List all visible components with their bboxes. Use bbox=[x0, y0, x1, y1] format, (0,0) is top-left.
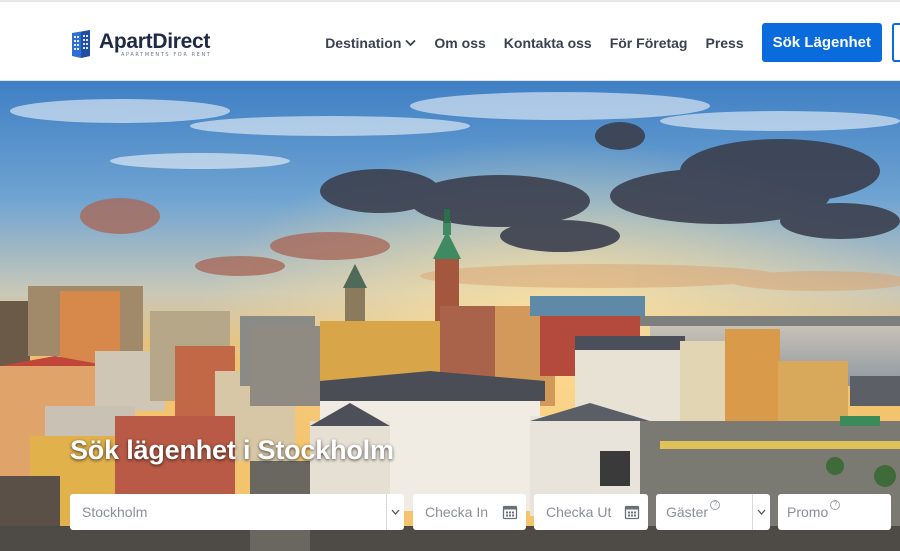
building-icon bbox=[72, 30, 90, 58]
city-select-value: Stockholm bbox=[82, 504, 148, 520]
brand-name: ApartDirect bbox=[99, 29, 211, 53]
search-apartment-button[interactable]: Sök Lägenhet bbox=[761, 23, 882, 62]
nav-item-label: Press bbox=[705, 34, 744, 51]
main-nav: Destination Om oss Kontakta oss För Före… bbox=[325, 22, 900, 63]
search-bar: Stockholm Checka In Checka Ut Gäster ? P… bbox=[70, 494, 900, 530]
select-arrow[interactable] bbox=[752, 494, 770, 530]
guests-placeholder: Gäster bbox=[666, 504, 709, 520]
nav-item-destination[interactable]: Destination bbox=[325, 34, 417, 51]
brand-logo[interactable]: ApartDirect APARTMENTS FOR RENT bbox=[70, 28, 211, 60]
help-icon[interactable]: ? bbox=[710, 500, 721, 510]
nav-item-label: Kontakta oss bbox=[503, 34, 592, 51]
hero-section: Sök lägenhet i Stockholm Stockholm Check… bbox=[0, 81, 900, 551]
city-select[interactable]: Stockholm bbox=[70, 494, 404, 530]
promo-field[interactable]: Promo ? bbox=[778, 494, 891, 530]
hero-title: Sök lägenhet i Stockholm bbox=[70, 435, 394, 465]
brand-tagline: APARTMENTS FOR RENT bbox=[121, 51, 212, 58]
stockholm-skyline-image bbox=[0, 81, 900, 551]
guests-select[interactable]: Gäster ? bbox=[656, 494, 770, 530]
chevron-down-icon bbox=[405, 39, 417, 46]
site-header: ApartDirect APARTMENTS FOR RENT Destinat… bbox=[0, 0, 900, 81]
checkout-placeholder: Checka Ut bbox=[546, 504, 612, 520]
nav-item-label: Destination bbox=[325, 34, 402, 51]
checkin-placeholder: Checka In bbox=[425, 504, 489, 520]
checkout-field[interactable]: Checka Ut bbox=[534, 494, 648, 530]
nav-item-for-foretag[interactable]: För Företag bbox=[610, 35, 688, 51]
help-icon[interactable]: ? bbox=[830, 500, 841, 510]
nav-item-kontakta-oss[interactable]: Kontakta oss bbox=[504, 35, 592, 51]
select-arrow[interactable] bbox=[386, 494, 404, 530]
chevron-down-icon bbox=[757, 509, 766, 515]
checkin-field[interactable]: Checka In bbox=[413, 494, 526, 530]
nav-item-label: Om oss bbox=[434, 34, 486, 51]
promo-placeholder: Promo bbox=[787, 504, 829, 520]
nav-item-label: För Företag bbox=[609, 34, 688, 51]
calendar-icon bbox=[502, 505, 518, 520]
cut-off-button[interactable] bbox=[892, 23, 900, 62]
chevron-down-icon bbox=[391, 509, 400, 515]
calendar-icon bbox=[624, 505, 640, 520]
nav-item-press[interactable]: Press bbox=[705, 35, 743, 51]
nav-item-om-oss[interactable]: Om oss bbox=[434, 35, 485, 51]
